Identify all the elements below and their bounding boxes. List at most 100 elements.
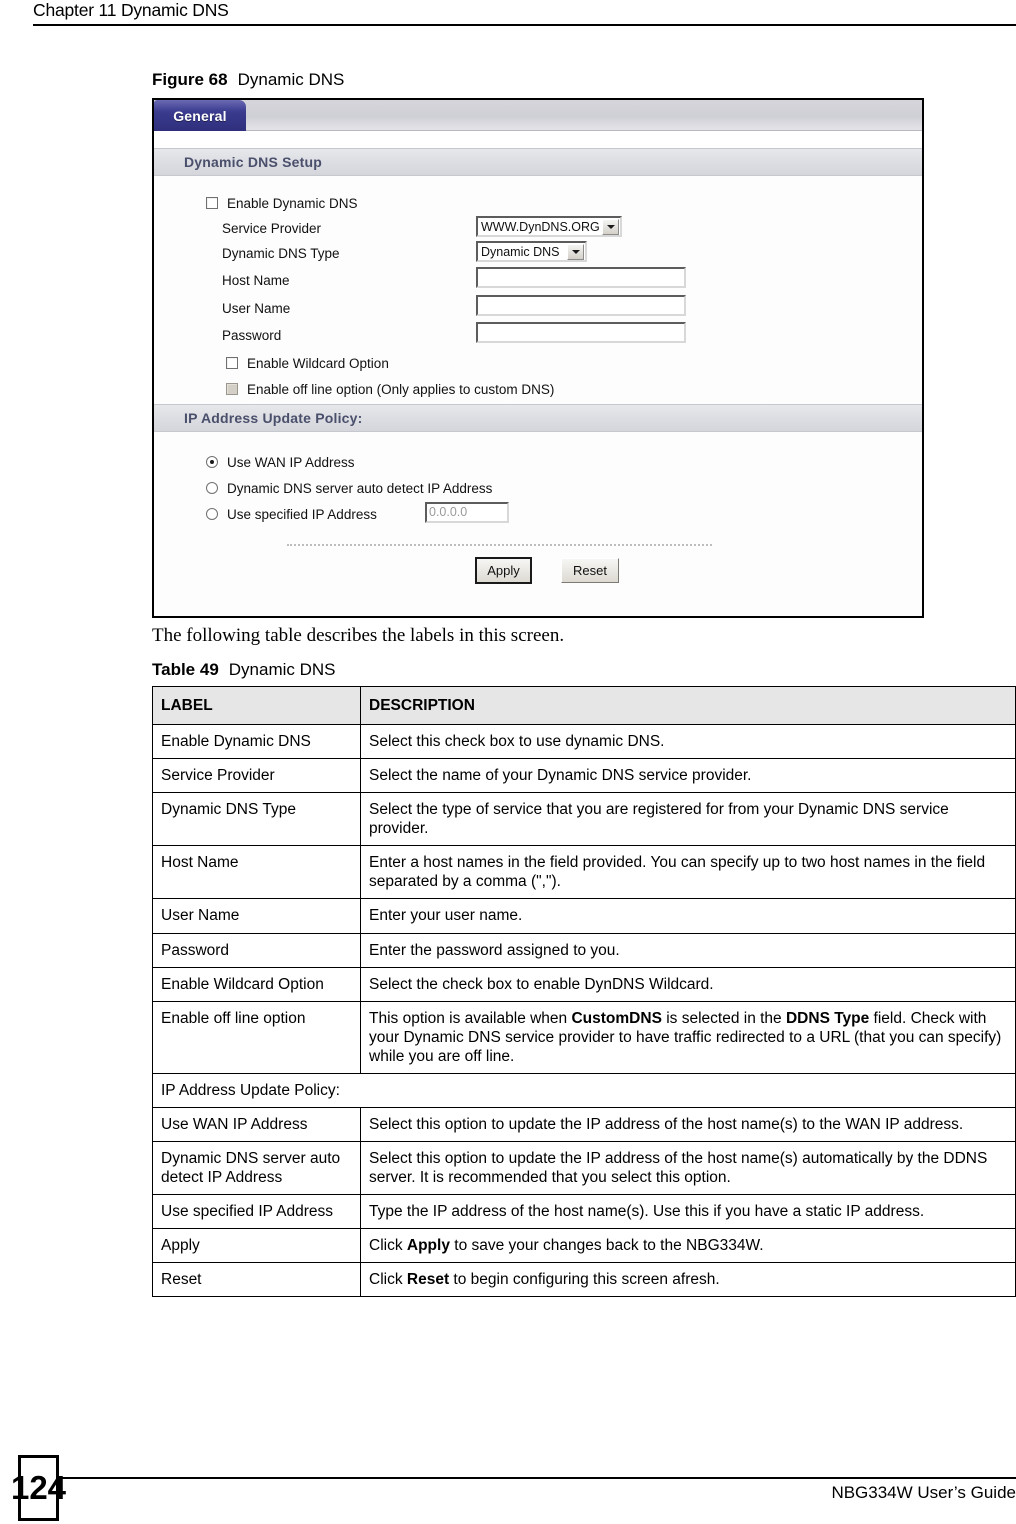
table-row: Password Enter the password assigned to y…: [152, 932, 1016, 968]
footer-divider: [58, 1477, 1016, 1479]
table-cell-description: Enter a host names in the field provided…: [360, 845, 1016, 900]
table-row: Apply Click Apply to save your changes ba…: [152, 1228, 1016, 1264]
table-cell-description: Select the type of service that you are …: [360, 792, 1016, 847]
dynamic-dns-description-table: LABEL DESCRIPTION Enable Dynamic DNS Sele…: [152, 685, 1016, 1298]
table-cell-label: Password: [152, 932, 361, 968]
specified-ip-input[interactable]: 0.0.0.0: [425, 502, 509, 523]
dynamic-dns-screenshot: General Dynamic DNS Setup Enable Dynamic…: [152, 98, 924, 618]
ddns-type-label-row: Dynamic DNS Type: [222, 242, 340, 264]
table-cell-label: Reset: [152, 1262, 361, 1298]
table-caption: Table 49 Dynamic DNS: [152, 660, 336, 680]
service-provider-select[interactable]: WWW.DynDNS.ORG: [476, 216, 622, 237]
service-provider-label-row: Service Provider: [222, 217, 321, 239]
table-row: Reset Click Reset to begin configuring th…: [152, 1262, 1016, 1298]
table-cell-label: Use specified IP Address: [152, 1194, 361, 1230]
user-name-input[interactable]: [476, 295, 686, 316]
service-provider-label: Service Provider: [222, 220, 322, 236]
use-specified-ip-label: Use specified IP Address: [227, 506, 377, 522]
enable-wildcard-checkbox[interactable]: [226, 357, 238, 369]
column-header-description: DESCRIPTION: [360, 685, 1016, 726]
table-cell-label: Dynamic DNS Type: [152, 792, 361, 847]
ip-update-policy-body: Use WAN IP Address Dynamic DNS server au…: [154, 432, 922, 592]
section-header-policy-label: IP Address Update Policy:: [184, 410, 363, 426]
figure-caption: Figure 68 Dynamic DNS: [152, 70, 344, 90]
table-row: User Name Enter your user name.: [152, 898, 1016, 934]
password-input[interactable]: [476, 322, 686, 343]
table-row: Enable Wildcard Option Select the check b…: [152, 966, 1016, 1002]
ddns-type-label: Dynamic DNS Type: [222, 245, 340, 261]
enable-wildcard-row[interactable]: Enable Wildcard Option: [226, 352, 389, 374]
table-cell-description: Click Reset to begin configuring this sc…: [360, 1262, 1016, 1298]
column-header-label: LABEL: [152, 685, 361, 726]
enable-offline-label: Enable off line option (Only applies to …: [247, 381, 555, 397]
table-row: IP Address Update Policy:: [152, 1072, 1016, 1108]
header-divider: [33, 24, 1016, 26]
table-body: Enable Dynamic DNS Select this check box …: [152, 724, 1016, 1298]
table-row: Enable off line option This option is ava…: [152, 1000, 1016, 1074]
table-cell-description: Select the check box to enable DynDNS Wi…: [360, 966, 1016, 1002]
service-provider-value: WWW.DynDNS.ORG: [481, 219, 600, 234]
table-cell-description: Click Apply to save your changes back to…: [360, 1228, 1016, 1264]
figure-caption-title: Dynamic DNS: [237, 70, 345, 89]
reset-button[interactable]: Reset: [561, 558, 619, 583]
ddns-type-select[interactable]: Dynamic DNS: [476, 241, 587, 262]
user-name-label-row: User Name: [222, 297, 290, 319]
user-name-label: User Name: [222, 300, 291, 316]
use-wan-ip-row[interactable]: Use WAN IP Address: [206, 451, 355, 473]
table-row: Use WAN IP Address Select this option to …: [152, 1106, 1016, 1142]
enable-dynamic-dns-checkbox[interactable]: [206, 197, 218, 209]
enable-dynamic-dns-row[interactable]: Enable Dynamic DNS: [206, 192, 358, 214]
enable-offline-checkbox[interactable]: [226, 383, 238, 395]
use-wan-ip-label: Use WAN IP Address: [227, 454, 355, 470]
tabbar-spacer: [154, 131, 922, 148]
use-specified-ip-radio[interactable]: [206, 508, 218, 520]
table-cell-description: Select this check box to use dynamic DNS…: [360, 724, 1016, 760]
table-cell-description: Type the IP address of the host name(s).…: [360, 1194, 1016, 1230]
table-cell-label: User Name: [152, 898, 361, 934]
screenshot-tab-bar: General: [154, 100, 922, 131]
enable-offline-row[interactable]: Enable off line option (Only applies to …: [226, 378, 554, 400]
use-wan-ip-radio[interactable]: [206, 456, 218, 468]
table-cell-description: Select this option to update the IP addr…: [360, 1140, 1016, 1196]
specified-ip-value: 0.0.0.0: [429, 505, 468, 519]
table-cell-description: Enter the password assigned to you.: [360, 932, 1016, 968]
table-row: Service Provider Select the name of your …: [152, 758, 1016, 794]
chevron-down-icon[interactable]: [602, 218, 619, 235]
table-row: Host Name Enter a host names in the field…: [152, 845, 1016, 900]
page-number: 124: [11, 1455, 66, 1521]
section-header-setup-label: Dynamic DNS Setup: [184, 154, 322, 170]
table-cell-description: Select the name of your Dynamic DNS serv…: [360, 758, 1016, 794]
tab-general[interactable]: General: [154, 100, 246, 131]
table-cell-label: Apply: [152, 1228, 361, 1264]
apply-button[interactable]: Apply: [475, 557, 532, 584]
table-caption-title: Dynamic DNS: [228, 660, 336, 679]
table-caption-label: Table 49: [152, 660, 219, 679]
table-cell-description: Enter your user name.: [360, 898, 1016, 934]
password-label-row: Password: [222, 324, 281, 346]
use-specified-ip-row[interactable]: Use specified IP Address: [206, 503, 377, 525]
auto-detect-ip-row[interactable]: Dynamic DNS server auto detect IP Addres…: [206, 477, 492, 499]
host-name-input[interactable]: [476, 267, 686, 288]
table-cell-label: Service Provider: [152, 758, 361, 794]
host-name-label: Host Name: [222, 272, 290, 288]
table-cell-description: Select this option to update the IP addr…: [360, 1106, 1016, 1142]
host-name-label-row: Host Name: [222, 269, 290, 291]
intro-paragraph: The following table describes the labels…: [152, 625, 565, 646]
table-row: Use specified IP Address Type the IP addr…: [152, 1194, 1016, 1230]
auto-detect-ip-radio[interactable]: [206, 482, 218, 494]
section-header-ip-address-update-policy: IP Address Update Policy:: [154, 404, 922, 432]
table-cell-label: Dynamic DNS server auto detect IP Addres…: [152, 1140, 361, 1196]
enable-dynamic-dns-label: Enable Dynamic DNS: [227, 195, 358, 211]
button-divider: [287, 544, 712, 546]
enable-wildcard-label: Enable Wildcard Option: [247, 355, 389, 371]
table-cell-label: Use WAN IP Address: [152, 1106, 361, 1142]
auto-detect-ip-label: Dynamic DNS server auto detect IP Addres…: [227, 480, 493, 496]
table-header-row: LABEL DESCRIPTION: [152, 685, 1016, 726]
table-row: Dynamic DNS server auto detect IP Addres…: [152, 1140, 1016, 1196]
ddns-type-value: Dynamic DNS: [481, 244, 560, 259]
chevron-down-icon[interactable]: [567, 243, 584, 260]
table-cell-label: Host Name: [152, 845, 361, 900]
table-row: Dynamic DNS Type Select the type of servi…: [152, 792, 1016, 847]
section-header-dynamic-dns-setup: Dynamic DNS Setup: [154, 148, 922, 176]
table-cell-section-label: IP Address Update Policy:: [152, 1072, 1016, 1108]
